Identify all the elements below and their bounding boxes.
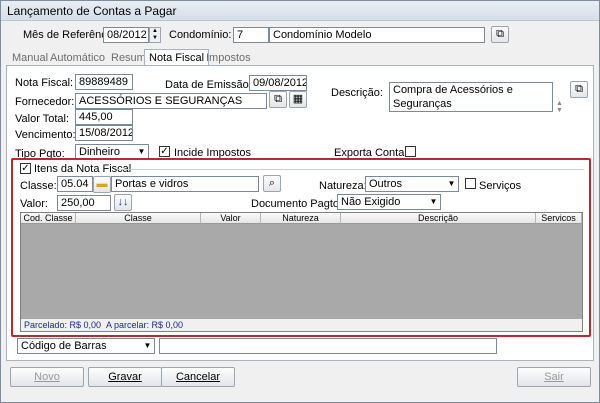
nota-fiscal-label: Nota Fiscal: bbox=[15, 77, 74, 89]
barcode-type-select[interactable]: Código de Barras ▼ bbox=[17, 338, 155, 354]
fornecedor-register-button[interactable]: ▦ bbox=[289, 91, 307, 108]
novo-button[interactable]: Novo bbox=[10, 367, 84, 387]
tipo-pgto-value: Dinheiro bbox=[79, 146, 120, 158]
classe-folder-button[interactable]: ▬ bbox=[93, 176, 111, 193]
register-icon: ▦ bbox=[292, 93, 304, 105]
valor-input[interactable]: 250,00 bbox=[57, 195, 111, 211]
itens-nota-checkbox[interactable]: ✓ bbox=[20, 163, 31, 174]
classe-code-input[interactable]: 05.04 bbox=[57, 176, 93, 192]
valor-total-label: Valor Total: bbox=[15, 113, 70, 125]
col-header-descricao[interactable]: Descrição bbox=[341, 213, 536, 224]
documento-pagto-label: Documento Pagto: bbox=[251, 198, 343, 210]
tab-automatico[interactable]: Automático bbox=[45, 49, 110, 66]
gravar-label: Gravar bbox=[108, 371, 142, 383]
search-icon: ⌕ bbox=[268, 177, 276, 189]
window-title: Lançamento de Contas a Pagar bbox=[7, 4, 177, 18]
chevron-down-icon: ▼ bbox=[137, 147, 146, 156]
parcelado-text: Parcelado: R$ 0,00 bbox=[24, 320, 102, 330]
vencimento-input[interactable]: 15/08/2012 bbox=[75, 125, 133, 141]
a-parcelar-text: A parcelar: R$ 0,00 bbox=[106, 320, 184, 330]
condominio-search-button[interactable]: ⧉ bbox=[491, 26, 509, 43]
condominio-name-input[interactable]: Condomínio Modelo bbox=[269, 27, 485, 43]
grid-footer: Parcelado: R$ 0,00 A parcelar: R$ 0,00 bbox=[21, 319, 582, 331]
col-header-servicos[interactable]: Servicos bbox=[536, 213, 582, 224]
descricao-search-button[interactable]: ⧉ bbox=[570, 81, 588, 98]
descricao-scroll[interactable]: ▲ ▼ bbox=[556, 100, 563, 114]
condominio-label: Condomínio: bbox=[169, 29, 232, 41]
descricao-label: Descrição: bbox=[331, 87, 383, 99]
documento-pagto-value: Não Exigido bbox=[341, 196, 401, 208]
cancelar-label: Cancelar bbox=[175, 371, 221, 383]
sair-button[interactable]: Sair bbox=[517, 367, 591, 387]
valor-label: Valor: bbox=[20, 198, 48, 210]
cancelar-button[interactable]: Cancelar bbox=[161, 367, 235, 387]
chevron-down-icon: ▼ bbox=[429, 197, 438, 206]
itens-grid[interactable]: Cod. Classe Classe Valor Natureza Descri… bbox=[20, 212, 583, 332]
tab-nota-fiscal[interactable]: Nota Fiscal bbox=[144, 49, 210, 66]
mes-spinner[interactable]: ▲ ▼ bbox=[149, 27, 161, 43]
tab-impostos[interactable]: Impostos bbox=[201, 49, 256, 66]
binoculars-icon: ⧉ bbox=[496, 28, 504, 40]
group-divider bbox=[117, 169, 584, 170]
novo-label: Novo bbox=[34, 371, 60, 383]
natureza-select[interactable]: Outros ▼ bbox=[365, 176, 459, 192]
col-header-classe[interactable]: Classe bbox=[76, 213, 201, 224]
title-bar: Lançamento de Contas a Pagar bbox=[1, 1, 599, 21]
fornecedor-label: Fornecedor: bbox=[15, 96, 75, 108]
main-window: Lançamento de Contas a Pagar Mês de Refe… bbox=[0, 0, 600, 403]
incide-impostos-checkbox[interactable]: ✓ bbox=[159, 146, 170, 157]
servicos-label: Serviços bbox=[479, 180, 522, 192]
fornecedor-search-button[interactable]: ⧉ bbox=[269, 91, 287, 108]
documento-pagto-select[interactable]: Não Exigido ▼ bbox=[337, 194, 441, 210]
folder-icon: ▬ bbox=[96, 178, 108, 190]
col-header-cod-classe[interactable]: Cod. Classe bbox=[21, 213, 76, 224]
condominio-code-input[interactable]: 7 bbox=[233, 27, 269, 43]
chevron-down-icon: ▼ bbox=[143, 341, 152, 350]
valor-total-input[interactable]: 445,00 bbox=[75, 109, 133, 125]
barcode-input[interactable] bbox=[159, 338, 497, 354]
descricao-textarea[interactable]: Compra de Acessórios e Seguranças bbox=[389, 82, 553, 112]
arrows-down-icon: ↓↓ bbox=[117, 196, 129, 208]
sair-label: Sair bbox=[544, 371, 564, 383]
classe-search-button[interactable]: ⌕ bbox=[263, 175, 281, 192]
fornecedor-input[interactable]: ACESSÓRIOS E SEGURANÇAS bbox=[75, 93, 267, 109]
natureza-label: Natureza: bbox=[319, 180, 367, 192]
barcode-type-value: Código de Barras bbox=[21, 340, 107, 352]
classe-label: Classe: bbox=[20, 180, 57, 192]
classe-name-input[interactable]: Portas e vidros bbox=[111, 176, 259, 192]
nota-fiscal-input[interactable]: 89889489 bbox=[75, 74, 133, 90]
gravar-button[interactable]: Gravar bbox=[88, 367, 162, 387]
data-emissao-input[interactable]: 09/08/2012 bbox=[249, 75, 307, 91]
chevron-down-icon: ▼ bbox=[447, 179, 456, 188]
add-item-button[interactable]: ↓↓ bbox=[114, 194, 132, 211]
binoculars-icon: ⧉ bbox=[575, 83, 583, 95]
servicos-checkbox[interactable] bbox=[465, 178, 476, 189]
vencimento-label: Vencimento: bbox=[15, 129, 76, 141]
col-header-natureza[interactable]: Natureza bbox=[261, 213, 341, 224]
exporta-contabil-checkbox[interactable] bbox=[405, 146, 416, 157]
natureza-value: Outros bbox=[369, 178, 403, 190]
mes-referencia-input[interactable]: 08/2012 bbox=[103, 27, 149, 43]
binoculars-icon: ⧉ bbox=[274, 93, 282, 105]
col-header-valor[interactable]: Valor bbox=[201, 213, 261, 224]
